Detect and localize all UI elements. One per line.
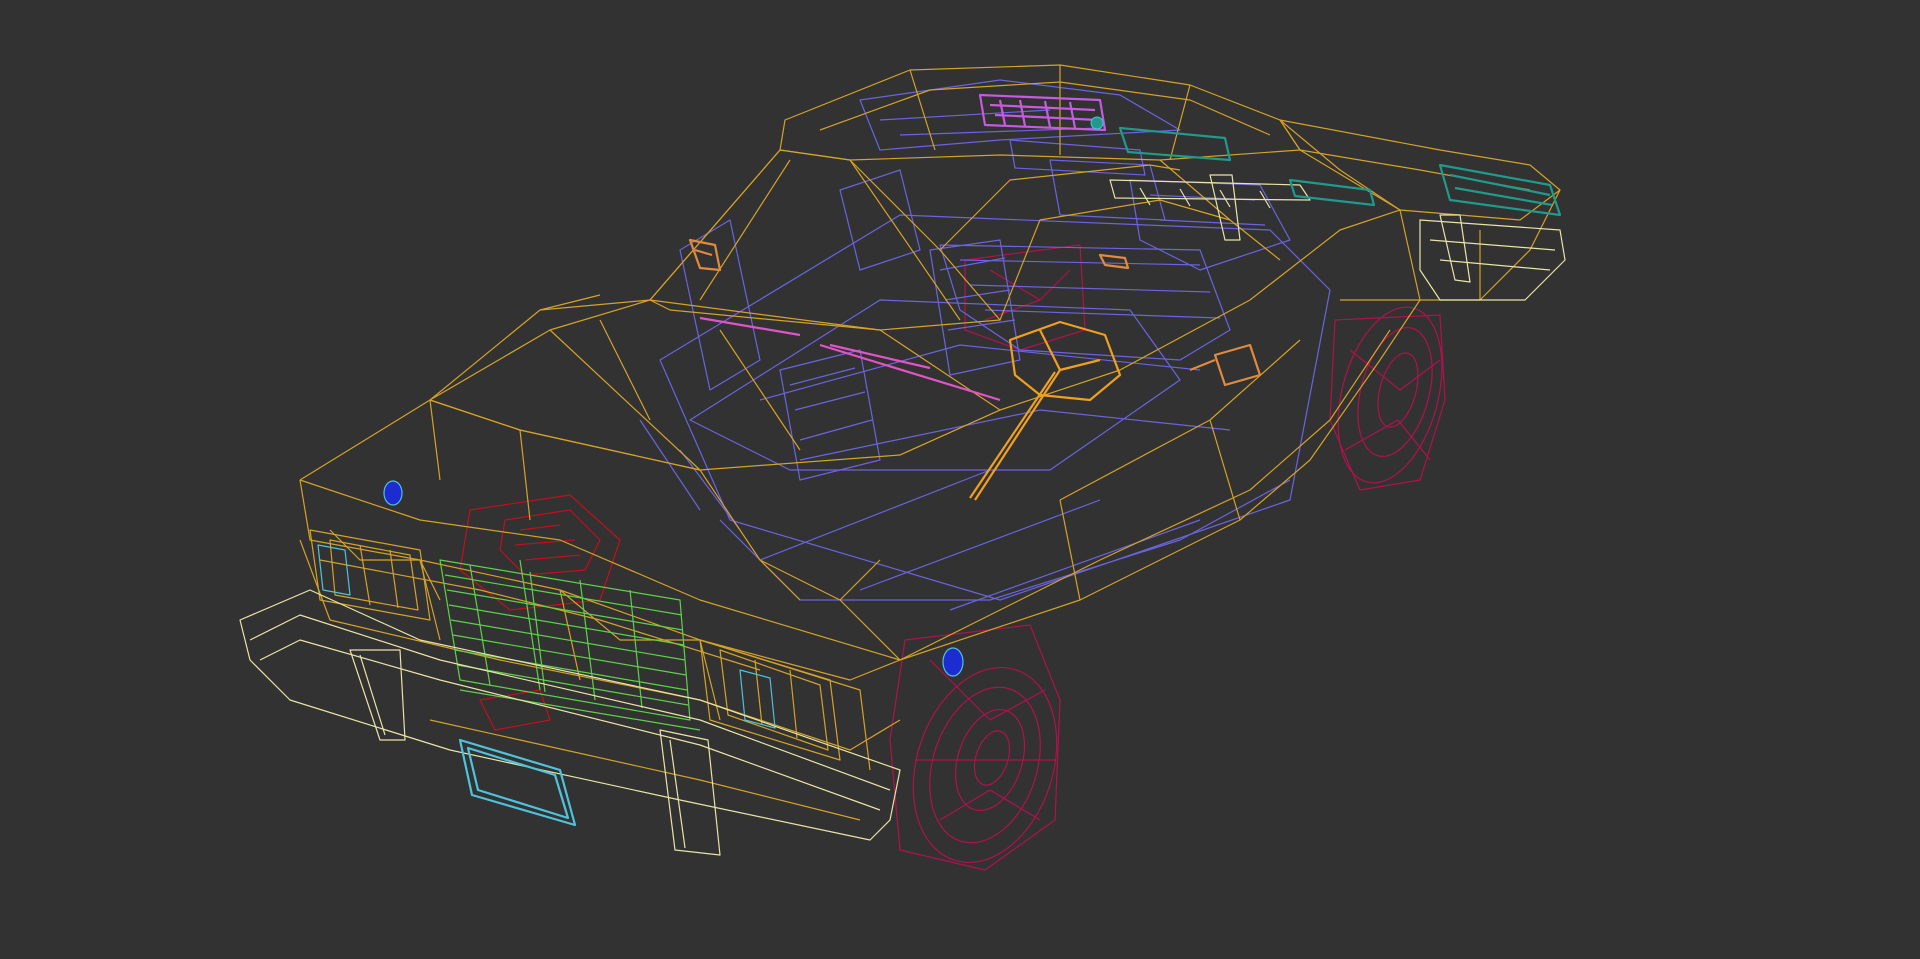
engine-block xyxy=(459,494,621,731)
front-wheel xyxy=(889,624,1061,871)
rear-lights xyxy=(1118,126,1562,217)
hood xyxy=(429,299,1001,471)
license-plate xyxy=(458,738,577,827)
bumpers xyxy=(239,174,1566,856)
car-wireframe-model xyxy=(239,64,1566,871)
roof xyxy=(779,64,1301,161)
hood-emblem xyxy=(383,480,403,506)
side-mirrors xyxy=(688,238,1262,387)
rear-wheel xyxy=(1329,306,1446,491)
emblems xyxy=(383,116,1104,677)
headlights xyxy=(309,529,841,761)
body-shell xyxy=(299,64,1561,821)
wipers xyxy=(699,316,1001,402)
3d-viewport[interactable] xyxy=(0,0,1920,959)
fender-emblem xyxy=(942,647,964,677)
